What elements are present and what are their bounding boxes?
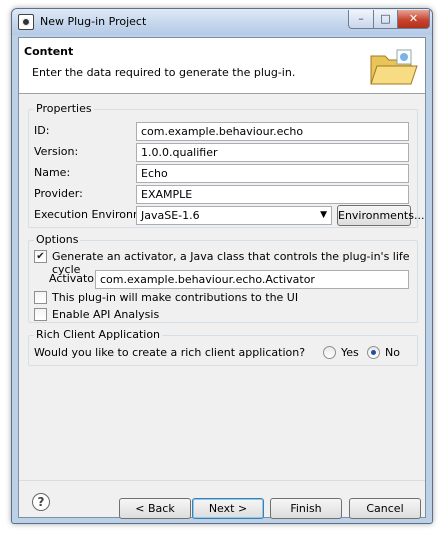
dialog-window: New Plug-in Project – □ ✕ Content Enter …: [11, 8, 433, 524]
provider-label: Provider:: [34, 187, 83, 200]
rca-no-radio[interactable]: [367, 346, 380, 359]
window-title: New Plug-in Project: [40, 15, 147, 28]
version-label: Version:: [34, 145, 79, 158]
page-description: Enter the data required to generate the …: [32, 66, 296, 79]
minimize-button[interactable]: –: [348, 10, 374, 29]
close-button[interactable]: ✕: [397, 10, 430, 29]
ui-contributions-label[interactable]: This plug-in will make contributions to …: [52, 291, 298, 304]
environments-button[interactable]: Environments...: [337, 205, 424, 226]
rich-client-group-title: Rich Client Application: [34, 328, 163, 341]
next-button[interactable]: Next >: [192, 498, 264, 519]
api-analysis-checkbox[interactable]: [34, 308, 47, 321]
properties-group-title: Properties: [34, 102, 94, 115]
version-field[interactable]: 1.0.0.qualifier: [136, 143, 409, 162]
rca-yes-radio[interactable]: [323, 346, 336, 359]
execution-environment-value: JavaSE-1.6: [141, 209, 200, 222]
ui-contributions-checkbox[interactable]: [34, 291, 47, 304]
back-button[interactable]: < Back: [119, 498, 191, 519]
page-title: Content: [24, 45, 74, 58]
open-folder-icon: [370, 49, 418, 85]
help-icon[interactable]: ?: [32, 493, 50, 511]
execution-environment-select[interactable]: JavaSE-1.6 ▼: [136, 206, 332, 225]
properties-group: Properties ID: com.example.behaviour.ech…: [28, 102, 424, 228]
name-label: Name:: [34, 166, 71, 179]
rich-client-group: Rich Client Application Would you like t…: [28, 328, 418, 366]
chevron-down-icon: ▼: [320, 210, 327, 220]
title-bar[interactable]: New Plug-in Project – □ ✕: [12, 9, 432, 35]
cancel-button[interactable]: Cancel: [349, 498, 421, 519]
eclipse-app-icon: [18, 14, 34, 30]
rich-client-question: Would you like to create a rich client a…: [34, 346, 306, 359]
options-group: Options ✔ Generate an activator, a Java …: [28, 233, 418, 323]
activator-field[interactable]: com.example.behaviour.echo.Activator: [95, 270, 409, 289]
dialog-client-area: Content Enter the data required to gener…: [18, 37, 426, 519]
wizard-banner: Content Enter the data required to gener…: [19, 38, 425, 94]
footer-separator: [19, 480, 425, 481]
rca-no-label[interactable]: No: [385, 346, 400, 359]
generate-activator-checkbox[interactable]: ✔: [34, 250, 47, 263]
api-analysis-label[interactable]: Enable API Analysis: [52, 308, 159, 321]
provider-field[interactable]: EXAMPLE: [136, 185, 409, 204]
options-group-title: Options: [34, 233, 81, 246]
name-field[interactable]: Echo: [136, 164, 409, 183]
id-field[interactable]: com.example.behaviour.echo: [136, 122, 409, 141]
id-label: ID:: [34, 124, 50, 137]
maximize-button[interactable]: □: [373, 10, 398, 29]
rca-yes-label[interactable]: Yes: [341, 346, 359, 359]
finish-button[interactable]: Finish: [270, 498, 342, 519]
